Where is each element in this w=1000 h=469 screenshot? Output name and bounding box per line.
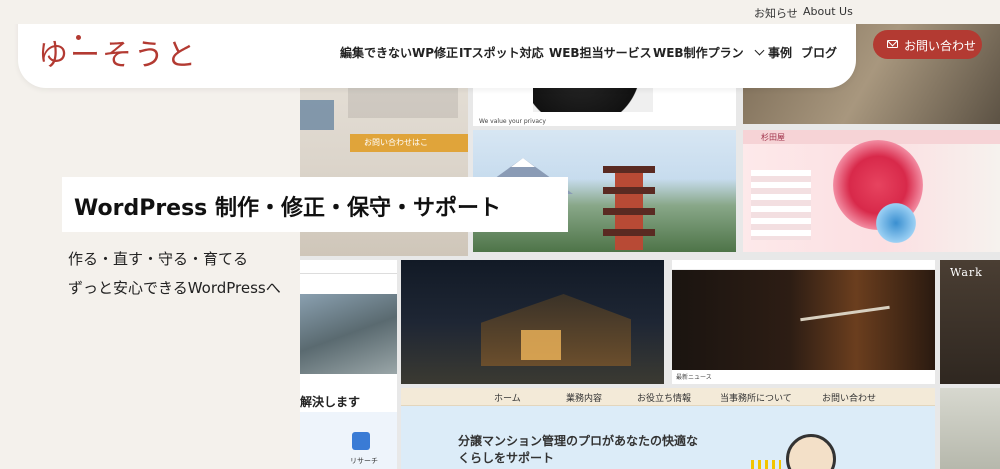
contact-button[interactable]: お問い合わせ	[873, 30, 982, 59]
tile-label: リサーチ	[350, 457, 378, 465]
tile-nav-item: 当事務所について	[720, 394, 792, 404]
tile-nav-item: お役立ち情報	[637, 394, 692, 404]
pagoda-shape	[603, 146, 655, 252]
nav-item-web-service[interactable]: WEB担当サービス	[549, 44, 652, 61]
tile-headline: 分譲マンション管理のプロがあなたの快適な	[458, 434, 699, 448]
utility-bar: お知らせ About Us	[0, 0, 1000, 24]
tile-panel	[300, 412, 397, 469]
tile-photo	[300, 100, 334, 130]
hero-subtitle-line1: 作る・直す・守る・育てる	[68, 250, 249, 268]
chevron-down-icon[interactable]	[754, 45, 765, 56]
tile-headline: くらしをサポート	[458, 451, 555, 465]
tile-form	[751, 170, 811, 240]
tile-photo	[300, 294, 397, 374]
tile-news-label: 最新ニュース	[676, 374, 712, 381]
tile-title: Wark	[950, 266, 983, 279]
portfolio-tile-6: 解決します リサーチ	[300, 260, 397, 469]
window-glow	[521, 330, 561, 360]
nav-item-cases[interactable]: 事例	[768, 44, 792, 61]
nav-item-web-plan[interactable]: WEB制作プラン	[653, 44, 744, 61]
tile-cta-label: お問い合わせはこ	[364, 138, 428, 147]
logo-dot	[76, 35, 81, 40]
tile-nav-item: お問い合わせ	[822, 394, 877, 404]
tile-nav-item: 業務内容	[566, 394, 603, 404]
utility-link-news[interactable]: お知らせ	[754, 5, 798, 21]
portfolio-collage: お問い合わせはこ We value your privacy 杉田屋 解決します…	[300, 24, 1000, 469]
portfolio-tile-5: 杉田屋	[743, 130, 1000, 252]
hero-subtitle-line2: ずっと安心できるWordPressへ	[68, 279, 281, 297]
site-logo[interactable]: ゆーそうと	[38, 30, 198, 74]
tile-nav: ホーム 業務内容 お役立ち情報 当事務所について お問い合わせ	[401, 388, 935, 406]
nav-item-blog[interactable]: ブログ	[801, 44, 837, 61]
mountain-snowcap	[511, 158, 535, 167]
contact-button-label: お問い合わせ	[904, 39, 977, 53]
tile-nav	[300, 260, 397, 274]
tile-caption: We value your privacy	[479, 118, 546, 125]
portfolio-tile-10: ホーム 業務内容 お役立ち情報 当事務所について お問い合わせ 分譲マンション管…	[401, 388, 935, 469]
utility-link-about[interactable]: About Us	[803, 5, 853, 18]
portfolio-tile-7	[401, 260, 664, 384]
portfolio-tile-8: 最新ニュース	[672, 260, 935, 384]
tile-nav	[672, 260, 935, 270]
tile-title: 杉田屋	[761, 133, 785, 142]
research-icon	[352, 432, 370, 450]
envelope-icon	[887, 40, 898, 48]
portfolio-tile-11	[940, 388, 1000, 469]
portfolio-tile-9: Wark	[940, 260, 1000, 384]
tile-text-block	[348, 88, 458, 118]
flower-ornament-blue	[873, 200, 919, 246]
hero-title: WordPress 制作・修正・保守・サポート	[74, 196, 501, 221]
nav-item-it-spot[interactable]: ITスポット対応	[459, 44, 544, 61]
tile-heading: 解決します	[300, 395, 361, 409]
hero-title-box: WordPress 制作・修正・保守・サポート	[62, 177, 568, 232]
tile-nav-item: ホーム	[494, 394, 521, 404]
nav-item-wp-fix[interactable]: 編集できないWP修正	[340, 44, 458, 61]
sun-rays	[751, 460, 781, 469]
